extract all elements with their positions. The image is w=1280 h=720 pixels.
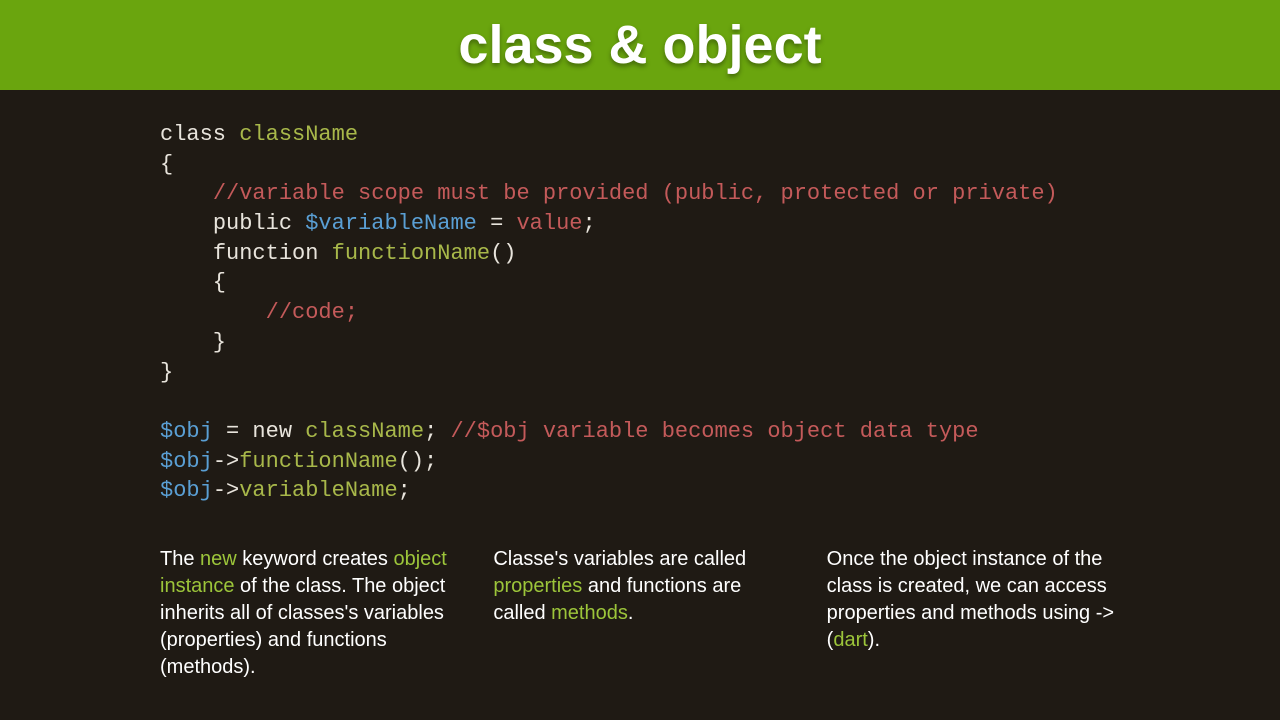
text: Classe's variables are called: [493, 548, 746, 570]
code-comment: //variable scope must be provided (publi…: [213, 181, 1058, 206]
content-area: class className { //variable scope must …: [0, 90, 1280, 681]
code-block: class className { //variable scope must …: [160, 120, 1120, 506]
header: class & object: [0, 0, 1280, 90]
text: .: [628, 602, 634, 624]
code-classname: className: [305, 419, 424, 444]
text: ).: [868, 629, 880, 651]
code-variable: $obj: [160, 478, 213, 503]
code-brace: {: [160, 270, 226, 295]
code-value: value: [516, 211, 582, 236]
code-classname: className: [239, 122, 358, 147]
highlight-dart: dart: [833, 629, 867, 651]
explanation-col-2: Classe's variables are called properties…: [493, 546, 786, 681]
code-operator: ->: [213, 449, 239, 474]
code-semicolon: ;: [424, 419, 450, 444]
code-brace: {: [160, 152, 173, 177]
code-keyword: class: [160, 122, 239, 147]
explanation-col-3: Once the object instance of the class is…: [827, 546, 1120, 681]
code-operator: =: [213, 419, 253, 444]
code-tail: ;: [398, 478, 411, 503]
code-indent: [160, 300, 266, 325]
explanation-col-1: The new keyword creates object instance …: [160, 546, 453, 681]
code-paren: (): [490, 241, 516, 266]
code-operator: =: [477, 211, 517, 236]
explanation-row: The new keyword creates object instance …: [160, 546, 1120, 681]
code-keyword: public: [213, 211, 305, 236]
code-keyword: new: [252, 419, 305, 444]
code-comment: //$obj variable becomes object data type: [450, 419, 978, 444]
code-indent: [160, 241, 213, 266]
code-operator: ->: [213, 478, 239, 503]
code-indent: [160, 211, 213, 236]
code-function: functionName: [239, 449, 397, 474]
code-variable: $obj: [160, 449, 213, 474]
code-function: functionName: [332, 241, 490, 266]
code-semicolon: ;: [583, 211, 596, 236]
code-keyword: function: [213, 241, 332, 266]
code-indent: [160, 181, 213, 206]
code-brace: }: [160, 330, 226, 355]
text: The: [160, 548, 200, 570]
text: keyword creates: [237, 548, 394, 570]
code-function: variableName: [239, 478, 397, 503]
code-variable: $variableName: [305, 211, 477, 236]
highlight-new: new: [200, 548, 237, 570]
code-brace: }: [160, 360, 173, 385]
highlight-properties: properties: [493, 575, 582, 597]
highlight-methods: methods: [551, 602, 628, 624]
code-comment: //code;: [266, 300, 358, 325]
code-tail: ();: [398, 449, 438, 474]
page-title: class & object: [458, 14, 821, 76]
code-variable: $obj: [160, 419, 213, 444]
